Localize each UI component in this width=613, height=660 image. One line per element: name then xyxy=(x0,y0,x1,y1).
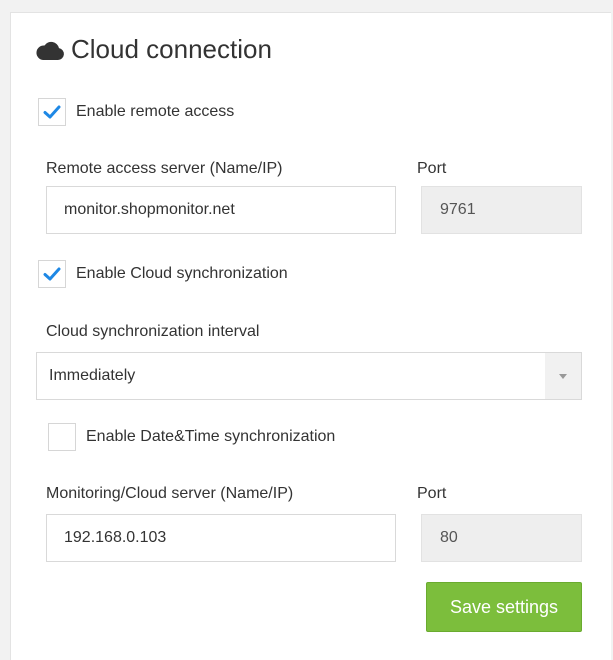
remote-port-input[interactable] xyxy=(421,186,582,234)
checkbox-label: Enable Cloud synchronization xyxy=(76,265,288,282)
monitoring-port-label: Port xyxy=(417,485,447,502)
enable-remote-access-checkbox[interactable]: Enable remote access xyxy=(38,98,234,126)
checkbox-label: Enable Date&Time synchronization xyxy=(86,428,336,445)
checkmark-icon xyxy=(43,267,61,281)
checkbox-box[interactable] xyxy=(48,423,76,451)
checkbox-box[interactable] xyxy=(38,98,66,126)
panel-header: Cloud connection xyxy=(35,34,272,65)
enable-datetime-sync-checkbox[interactable]: Enable Date&Time synchronization xyxy=(48,423,335,451)
monitoring-port-input[interactable] xyxy=(421,514,582,562)
cloud-icon xyxy=(36,41,64,60)
monitoring-server-label: Monitoring/Cloud server (Name/IP) xyxy=(46,485,294,502)
checkbox-label: Enable remote access xyxy=(76,103,235,120)
chevron-down-icon[interactable] xyxy=(545,353,581,399)
sync-interval-label: Cloud synchronization interval xyxy=(46,323,260,340)
remote-server-input[interactable] xyxy=(46,186,396,234)
remote-server-label: Remote access server (Name/IP) xyxy=(46,160,283,177)
monitoring-server-input[interactable] xyxy=(46,514,396,562)
panel-title: Cloud connection xyxy=(71,34,272,64)
save-settings-button[interactable]: Save settings xyxy=(426,582,582,632)
sync-interval-select[interactable]: Immediately xyxy=(36,352,582,400)
sync-interval-value: Immediately xyxy=(49,367,136,384)
checkbox-box[interactable] xyxy=(38,260,66,288)
remote-port-label: Port xyxy=(417,160,447,177)
enable-cloud-sync-checkbox[interactable]: Enable Cloud synchronization xyxy=(38,260,288,288)
checkmark-icon xyxy=(43,105,61,119)
